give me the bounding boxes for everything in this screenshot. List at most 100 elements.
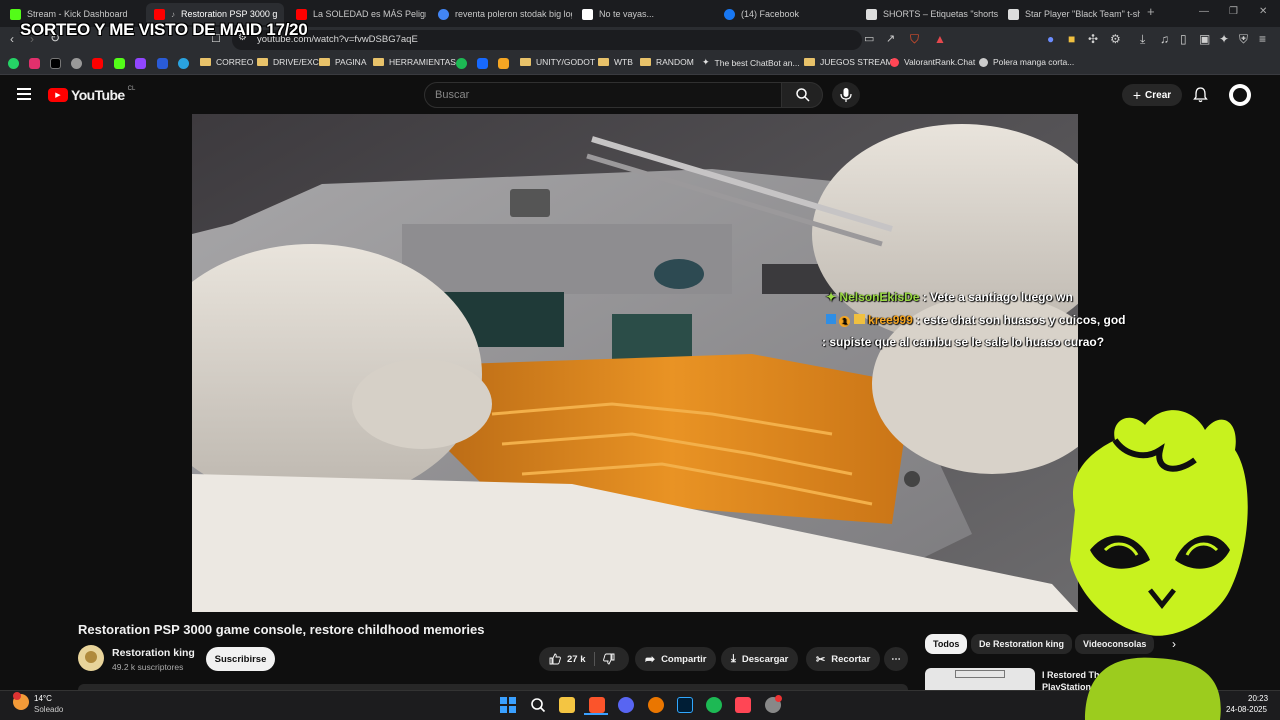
chevron-right-icon[interactable]: › [1172, 637, 1176, 651]
tab-star-player[interactable]: Star Player "Black Team" t-shirt [1000, 3, 1140, 25]
start-windows-icon[interactable] [500, 697, 516, 713]
discord-icon[interactable] [618, 697, 634, 713]
channel-name[interactable]: Restoration king [112, 647, 195, 659]
chip-todos[interactable]: Todos [925, 634, 968, 654]
bookmark-unity-godot[interactable]: UNITY/GODOT [520, 57, 595, 67]
download-button[interactable]: ⤓ Descargar [721, 647, 799, 671]
wallet-icon[interactable]: ▣ [1199, 32, 1210, 46]
temperature: 14°C [34, 694, 52, 703]
channel-avatar[interactable] [78, 645, 104, 671]
bookmark-icon[interactable] [498, 58, 509, 69]
apple-icon[interactable] [71, 58, 82, 69]
clip-button[interactable]: ✂ Recortar [806, 647, 881, 671]
bookmark-pagina[interactable]: PAGINA [319, 57, 367, 67]
dislike-button[interactable] [602, 653, 615, 665]
like-button[interactable]: 27 k [549, 653, 586, 665]
brave-rewards-icon[interactable]: ▲ [934, 32, 946, 46]
search-button[interactable] [781, 82, 823, 108]
kick-icon[interactable] [114, 58, 125, 69]
more-actions-button[interactable]: ⋯ [884, 647, 908, 671]
video-player[interactable] [192, 114, 1078, 612]
crown-badge-icon [853, 314, 865, 324]
twitch-icon[interactable] [135, 58, 146, 69]
vpn-icon[interactable]: ⛨ [1239, 32, 1248, 47]
file-explorer-icon[interactable] [559, 697, 575, 713]
settings-icon[interactable]: ⚙ [1110, 32, 1121, 46]
bookmark-drive-exc[interactable]: DRIVE/EXC [257, 57, 319, 67]
extension-icon[interactable]: ● [1047, 32, 1054, 46]
weather-badge [13, 692, 21, 700]
globe-icon [979, 57, 988, 67]
cast-icon[interactable]: ▭ [864, 32, 874, 45]
recommended-thumbnail[interactable] [925, 668, 1035, 690]
user-avatar[interactable] [1229, 84, 1251, 106]
hamburger-menu-icon[interactable] [17, 88, 31, 100]
tab-no-te-vayas[interactable]: No te vayas... [574, 3, 714, 25]
share-button[interactable]: ➦ Compartir [635, 647, 717, 671]
tab-facebook[interactable]: (14) Facebook [716, 3, 856, 25]
new-tab-icon[interactable]: + [1147, 4, 1155, 19]
notifications-bell-icon[interactable] [1193, 87, 1208, 103]
brave-browser-icon[interactable] [589, 697, 605, 713]
tab-label: reventa poleron stodak big log [455, 9, 572, 19]
page-icon [866, 8, 877, 20]
bookmark-wtb[interactable]: WTB [598, 57, 633, 67]
download-icon[interactable]: ⤓ [1140, 32, 1145, 47]
x-icon[interactable] [50, 58, 61, 69]
scissors-icon: ✂ [816, 653, 826, 666]
bookmark-correo[interactable]: CORREO [200, 57, 253, 67]
whatsapp-icon[interactable] [8, 58, 19, 69]
chat-text: : este chat son huasos y cuicos, god [916, 313, 1126, 327]
share-icon[interactable]: ↗ [886, 32, 895, 45]
instagram-icon[interactable] [29, 58, 40, 69]
leo-ai-icon[interactable]: ✦ [1219, 32, 1229, 46]
back-icon[interactable]: ‹ [10, 32, 14, 46]
paypal-icon[interactable] [157, 58, 168, 69]
bookmark-polera[interactable]: Polera manga corta... [979, 57, 1074, 67]
tab-label: Restoration PSP 3000 g [181, 9, 278, 19]
bookmark-juegos-stream[interactable]: JUEGOS STREAM [804, 57, 893, 67]
bookmark-herramientas[interactable]: HERRAMIENTAS [373, 57, 456, 67]
extension-icon[interactable]: ■ [1068, 32, 1075, 46]
close-window-icon[interactable]: ✕ [1259, 6, 1267, 17]
youtube-icon[interactable] [92, 58, 103, 69]
chat-text: : supiste que al cambu se le sale lo hua… [822, 335, 1105, 349]
youtube-logo[interactable]: ▶ YouTube CL [48, 86, 135, 103]
thumbs-up-icon [549, 653, 561, 665]
sidebar-icon[interactable]: ▯ [1180, 32, 1187, 46]
extensions-puzzle-icon[interactable]: ✣ [1088, 32, 1098, 46]
blender-icon[interactable] [648, 697, 664, 713]
level-badge: 1 [839, 316, 851, 327]
chat-message: 1 kree999 : este chat son huasos y cuico… [826, 313, 1125, 327]
media-icon[interactable]: ♫ [1160, 32, 1169, 46]
brave-shields-icon[interactable]: ⛉ [910, 32, 919, 47]
share-arrow-icon: ➦ [645, 652, 656, 666]
tab-la-soledad[interactable]: La SOLEDAD es MÁS Peligrosa [288, 3, 426, 25]
behance-icon[interactable] [477, 58, 488, 69]
minimize-icon[interactable]: — [1199, 6, 1209, 17]
spotify-icon[interactable] [706, 697, 722, 713]
tab-reventa-poleron[interactable]: reventa poleron stodak big log [430, 3, 572, 25]
photoshop-icon[interactable] [677, 697, 693, 713]
video-frame [192, 114, 1078, 612]
active-app-indicator [584, 713, 608, 715]
bookmark-random[interactable]: RANDOM [640, 57, 694, 67]
tab-label: (14) Facebook [741, 9, 800, 19]
menu-icon[interactable]: ≡ [1259, 32, 1266, 46]
close-tab-icon[interactable]: ✕ [283, 9, 284, 20]
bookmark-valorantrank[interactable]: ValorantRank.Chat [890, 57, 975, 67]
subscribe-button[interactable]: Suscribirse [206, 647, 275, 671]
bookmark-chatbot[interactable]: ✦ The best ChatBot an... [702, 57, 800, 68]
telegram-icon[interactable] [178, 58, 189, 69]
create-button[interactable]: + Crear [1122, 84, 1182, 106]
search-taskbar-icon[interactable] [530, 697, 546, 713]
valorant-icon[interactable] [735, 697, 751, 713]
search-input[interactable]: Buscar [424, 82, 782, 108]
folder-icon [257, 58, 268, 66]
voice-search-button[interactable] [832, 82, 860, 108]
star-icon [1008, 8, 1019, 20]
tab-shorts[interactable]: SHORTS – Etiquetas "shorts" – [858, 3, 998, 25]
maximize-icon[interactable]: ❐ [1229, 6, 1238, 17]
bookmark-icon[interactable] [456, 58, 467, 69]
tab-label: Stream - Kick Dashboard [27, 9, 128, 19]
